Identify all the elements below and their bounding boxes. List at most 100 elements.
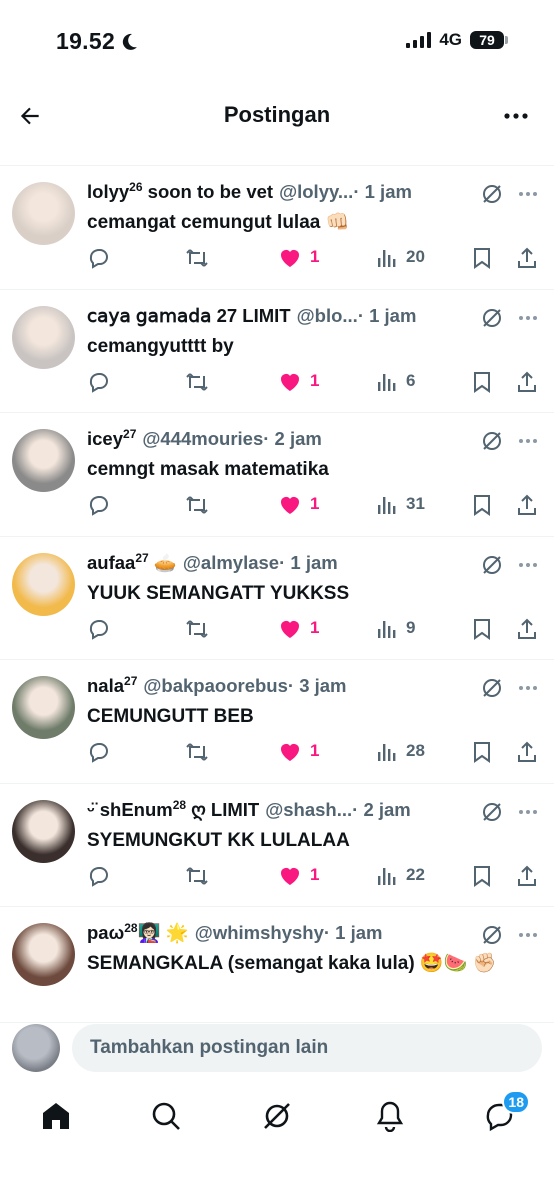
repost-button[interactable] — [184, 246, 210, 270]
tab-search[interactable] — [148, 1098, 184, 1134]
tab-notifications[interactable] — [372, 1098, 408, 1134]
bookmark-icon — [474, 865, 490, 887]
post-item[interactable]: 𝖼𝖺𝗒𝖺 𝗀𝖺𝗆𝖺𝖽𝖺 27 LIMIT @blo... · 1 jam cem… — [0, 290, 554, 413]
share-button[interactable] — [515, 370, 539, 394]
post-actions: 1 9 — [87, 617, 540, 643]
post-more-icon[interactable] — [516, 553, 540, 577]
post-more-icon[interactable] — [516, 676, 540, 700]
like-button[interactable]: 1 — [278, 493, 319, 515]
bookmark-button[interactable] — [471, 246, 493, 270]
bookmark-icon — [474, 248, 490, 269]
user-handle[interactable]: @444mouries — [142, 428, 263, 450]
views-button[interactable]: 31 — [376, 493, 425, 515]
tab-home[interactable] — [38, 1098, 74, 1134]
like-button[interactable]: 1 — [278, 370, 319, 392]
user-handle[interactable]: @almylase — [183, 552, 279, 574]
grok-icon[interactable] — [480, 553, 504, 577]
add-post-input[interactable]: Tambahkan postingan lain — [72, 1024, 542, 1072]
reply-button[interactable] — [87, 617, 111, 641]
bookmark-button[interactable] — [471, 617, 493, 641]
repost-button[interactable] — [184, 740, 210, 764]
post-item[interactable]: lolyy26 soon to be vet @lolyy... · 1 jam… — [0, 166, 554, 290]
grok-icon[interactable] — [480, 923, 504, 947]
display-name[interactable]: aufaa27 🥧 — [87, 551, 177, 574]
user-handle[interactable]: @blo... — [297, 305, 358, 327]
reply-button[interactable] — [87, 370, 111, 394]
more-options-button[interactable] — [500, 100, 532, 132]
user-handle[interactable]: @whimshyshy — [195, 922, 324, 944]
post-more-icon[interactable] — [516, 800, 540, 824]
my-avatar[interactable] — [12, 1024, 60, 1072]
like-button[interactable]: 1 — [278, 864, 319, 886]
heart-icon — [281, 373, 299, 391]
grok-icon[interactable] — [480, 676, 504, 700]
post-item[interactable]: nala27 @bakpaoorebus · 3 jam CEMUNGUTT B… — [0, 660, 554, 784]
like-button[interactable]: 1 — [278, 617, 319, 639]
avatar[interactable] — [12, 182, 75, 245]
share-button[interactable] — [515, 617, 539, 641]
post-more-icon[interactable] — [516, 306, 540, 330]
views-icon — [378, 497, 396, 514]
repost-button[interactable] — [184, 864, 210, 888]
bell-icon — [376, 1101, 404, 1132]
grok-icon[interactable] — [480, 800, 504, 824]
display-name[interactable]: paω28👩🏻‍🏫 🌟 — [87, 921, 189, 944]
views-button[interactable]: 9 — [376, 617, 415, 639]
grok-icon[interactable] — [480, 182, 504, 206]
avatar[interactable] — [12, 429, 75, 492]
views-button[interactable]: 6 — [376, 370, 415, 392]
tab-messages[interactable]: 18 — [482, 1090, 530, 1134]
post-item[interactable]: paω28👩🏻‍🏫 🌟 @whimshyshy · 1 jam SEMANGKA… — [0, 907, 554, 1023]
avatar[interactable] — [12, 305, 75, 369]
views-button[interactable]: 20 — [376, 246, 425, 268]
post-more-icon[interactable] — [516, 429, 540, 453]
post-item[interactable]: icey27 @444mouries · 2 jam cemngt masak … — [0, 413, 554, 537]
user-handle[interactable]: @lolyy... — [279, 181, 353, 203]
reply-button[interactable] — [87, 493, 111, 517]
bookmark-button[interactable] — [471, 864, 493, 888]
display-name[interactable]: nala27 — [87, 674, 137, 697]
avatar[interactable] — [12, 799, 75, 863]
repost-button[interactable] — [184, 370, 210, 394]
display-name[interactable]: 𝖼𝖺𝗒𝖺 𝗀𝖺𝗆𝖺𝖽𝖺 27 LIMIT — [87, 304, 291, 327]
bookmark-icon — [474, 618, 490, 640]
view-count: 6 — [406, 370, 416, 390]
reply-button[interactable] — [87, 740, 111, 764]
bookmark-button[interactable] — [471, 493, 493, 517]
display-name[interactable]: lolyy26 soon to be vet — [87, 180, 273, 203]
post-more-icon[interactable] — [516, 182, 540, 206]
reply-button[interactable] — [87, 246, 111, 270]
post-text: YUUK SEMANGATT YUKKSS — [87, 582, 350, 604]
share-button[interactable] — [515, 864, 539, 888]
tab-grok[interactable] — [259, 1098, 295, 1134]
post-more-icon[interactable] — [516, 923, 540, 947]
grok-icon[interactable] — [480, 429, 504, 453]
post-item[interactable]: ᵕ̈ shEnum28 ღ LIMIT @shash... · 2 jam SY… — [0, 784, 554, 907]
avatar[interactable] — [12, 923, 75, 986]
avatar[interactable] — [12, 552, 75, 616]
display-name[interactable]: ᵕ̈ shEnum28 ღ LIMIT — [87, 798, 259, 821]
grok-icon[interactable] — [480, 306, 504, 330]
reply-button[interactable] — [87, 864, 111, 888]
user-handle[interactable]: @shash... — [265, 799, 352, 821]
post-item[interactable]: aufaa27 🥧 @almylase · 1 jam YUUK SEMANGA… — [0, 537, 554, 660]
like-button[interactable]: 1 — [278, 246, 319, 268]
bookmark-button[interactable] — [471, 370, 493, 394]
bookmark-button[interactable] — [471, 740, 493, 764]
views-button[interactable]: 28 — [376, 740, 425, 762]
avatar[interactable] — [12, 676, 75, 739]
user-handle[interactable]: @bakpaoorebus — [143, 675, 288, 697]
like-button[interactable]: 1 — [278, 740, 319, 762]
post-header: paω28👩🏻‍🏫 🌟 @whimshyshy · 1 jam — [87, 921, 484, 944]
bookmark-icon — [474, 495, 490, 516]
display-name[interactable]: icey27 — [87, 427, 136, 450]
repost-button[interactable] — [184, 493, 210, 517]
share-button[interactable] — [515, 246, 539, 270]
share-button[interactable] — [515, 493, 539, 517]
repost-button[interactable] — [184, 617, 210, 641]
views-button[interactable]: 22 — [376, 864, 425, 886]
heart-icon — [281, 867, 299, 885]
share-icon — [518, 741, 536, 762]
share-button[interactable] — [515, 740, 539, 764]
post-actions: 1 20 — [87, 246, 540, 272]
